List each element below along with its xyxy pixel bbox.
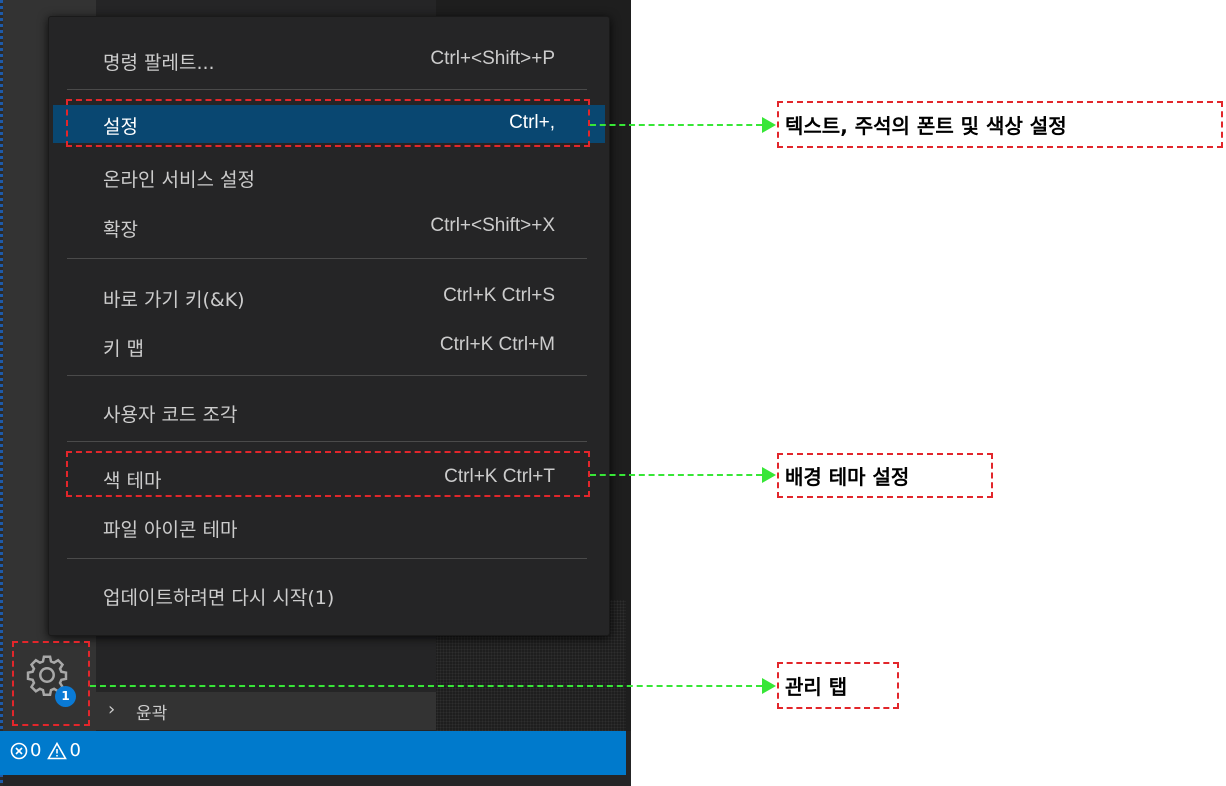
menu-item-online-services[interactable]: 온라인 서비스 설정 bbox=[53, 158, 605, 196]
menu-item-label: 확장 bbox=[103, 219, 138, 241]
theme-arrow bbox=[590, 474, 762, 476]
color-theme-highlight-box bbox=[66, 451, 590, 497]
error-count: 0 bbox=[30, 740, 42, 761]
warning-count: 0 bbox=[69, 740, 81, 761]
manage-highlight-box bbox=[12, 641, 90, 726]
menu-item-file-icon-theme[interactable]: 파일 아이콘 테마 bbox=[53, 508, 605, 546]
menu-item-user-snippets[interactable]: 사용자 코드 조각 bbox=[53, 393, 605, 431]
menu-item-extensions[interactable]: 확장 Ctrl+<Shift>+X bbox=[53, 208, 605, 246]
menu-separator bbox=[67, 441, 587, 442]
menu-item-shortcut: Ctrl+K Ctrl+S bbox=[443, 285, 555, 306]
settings-highlight-box bbox=[66, 99, 590, 147]
settings-annotation: 텍스트, 주석의 폰트 및 색상 설정 bbox=[777, 101, 1223, 148]
chevron-right-icon: › bbox=[108, 699, 116, 720]
manage-arrow bbox=[90, 685, 762, 687]
menu-item-keyboard-shortcuts[interactable]: 바로 가기 키(&K) Ctrl+K Ctrl+S bbox=[53, 278, 605, 316]
menu-item-restart-update[interactable]: 업데이트하려면 다시 시작(1) bbox=[53, 576, 605, 614]
warning-triangle-icon bbox=[47, 741, 68, 759]
menu-item-keymaps[interactable]: 키 맵 Ctrl+K Ctrl+M bbox=[53, 327, 605, 365]
menu-item-shortcut: Ctrl+K Ctrl+M bbox=[439, 334, 555, 355]
menu-item-command-palette[interactable]: 명령 팔레트... Ctrl+<Shift>+P bbox=[53, 41, 605, 79]
theme-annotation: 배경 테마 설정 bbox=[777, 453, 993, 498]
menu-item-label: 업데이트하려면 다시 시작(1) bbox=[103, 587, 335, 609]
arrowhead-icon bbox=[762, 678, 776, 694]
settings-arrow bbox=[590, 124, 762, 126]
menu-separator bbox=[67, 558, 587, 559]
menu-item-label: 키 맵 bbox=[103, 338, 144, 360]
arrowhead-icon bbox=[762, 467, 776, 483]
status-bar bbox=[0, 731, 626, 775]
arrowhead-icon bbox=[762, 117, 776, 133]
circle-x-icon bbox=[10, 742, 28, 759]
menu-item-shortcut: Ctrl+<Shift>+X bbox=[430, 215, 555, 236]
menu-separator bbox=[67, 375, 587, 376]
outline-label: 윤곽 bbox=[136, 704, 168, 724]
menu-item-label: 파일 아이콘 테마 bbox=[103, 519, 238, 541]
menu-separator bbox=[67, 89, 587, 90]
menu-item-label: 바로 가기 키(&K) bbox=[103, 289, 245, 311]
menu-item-label: 명령 팔레트... bbox=[103, 52, 215, 74]
menu-item-label: 온라인 서비스 설정 bbox=[103, 169, 255, 191]
menu-separator bbox=[67, 258, 587, 259]
menu-item-label: 사용자 코드 조각 bbox=[103, 404, 238, 426]
manage-annotation: 관리 탭 bbox=[777, 662, 899, 709]
menu-item-shortcut: Ctrl+<Shift>+P bbox=[430, 48, 555, 69]
problems-status[interactable]: 0 0 bbox=[10, 740, 85, 761]
